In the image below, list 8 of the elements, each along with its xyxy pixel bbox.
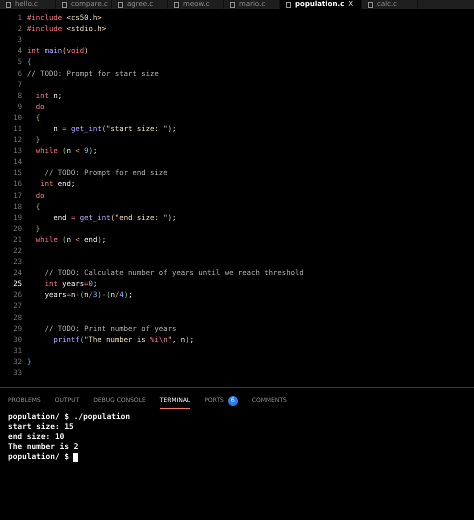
file-icon (286, 2, 291, 8)
file-icon (368, 2, 373, 8)
terminal-cursor (73, 452, 78, 462)
file-icon (6, 2, 11, 8)
file-icon (62, 2, 67, 8)
file-icon (118, 2, 123, 8)
file-icon (230, 2, 235, 8)
file-icon (174, 2, 179, 8)
